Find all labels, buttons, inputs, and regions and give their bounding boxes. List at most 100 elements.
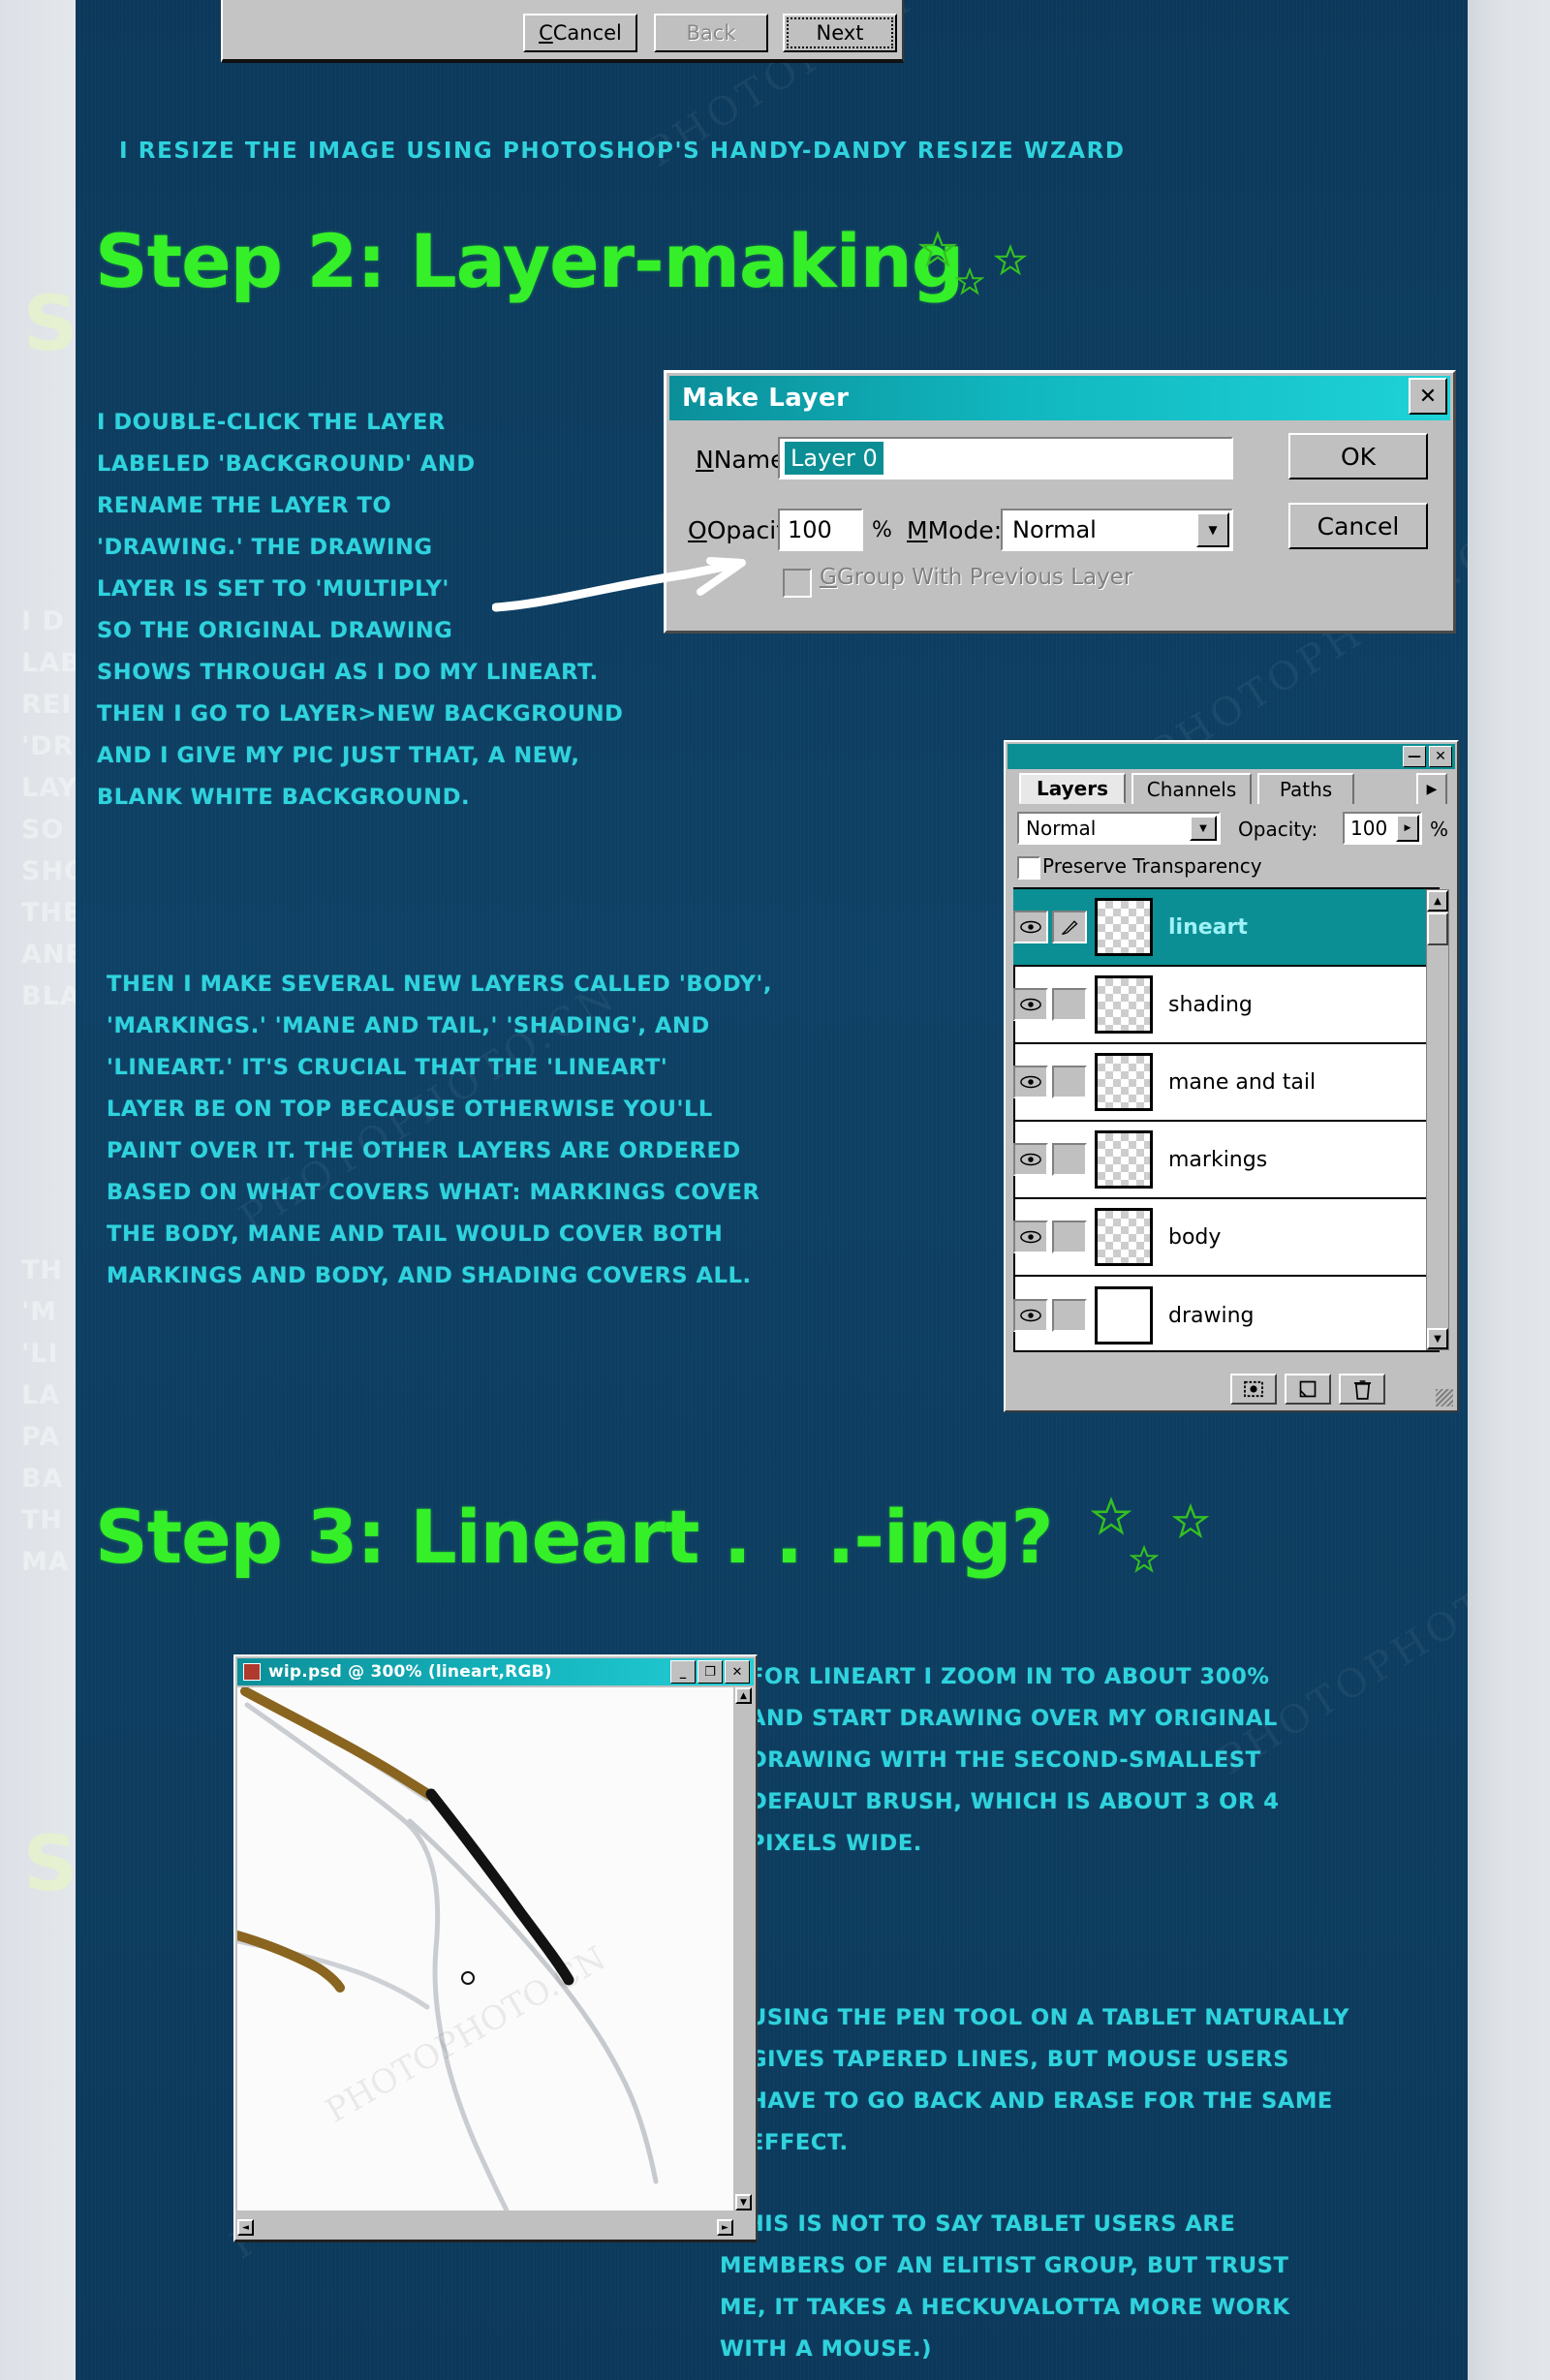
cancel-button[interactable]: Cancel: [1288, 503, 1428, 549]
resize-grip[interactable]: [1436, 1389, 1453, 1406]
palette-percent-sign: %: [1430, 818, 1449, 841]
group-with-previous-checkbox[interactable]: [783, 569, 812, 598]
eye-icon[interactable]: [1013, 988, 1048, 1021]
wizard-cancel-label: Cancel: [552, 21, 622, 45]
make-layer-dialog: Make Layer ✕ NName: Layer 0 OOpacity: 10…: [664, 370, 1456, 634]
table-row[interactable]: mane and tail: [1013, 1044, 1440, 1122]
ok-button[interactable]: OK: [1288, 433, 1428, 479]
step-2-heading: Step 2: Layer-making: [95, 218, 964, 304]
layer-thumbnail: [1095, 1053, 1153, 1111]
tab-channels[interactable]: Channels: [1132, 773, 1252, 804]
make-layer-title: Make Layer: [682, 384, 850, 413]
wizard-cancel-button[interactable]: CCancel: [523, 14, 637, 52]
step3-paragraph-3: (THIS IS NOT TO SAY TABLET USERS ARE MEM…: [720, 2211, 1290, 2362]
chevron-down-icon[interactable]: ▼: [1196, 512, 1229, 547]
group-with-previous-label-text: Group With Previous Layer: [836, 565, 1133, 590]
mode-value: Normal: [1012, 516, 1097, 543]
wizard-back-button[interactable]: Back: [654, 14, 768, 52]
star-icon: [994, 244, 1027, 277]
document-titlebar: wip.psd @ 300% (lineart,RGB) _ ❐ ✕: [237, 1658, 754, 1685]
mode-label-text: Mode:: [927, 516, 1003, 544]
layer-name-input[interactable]: Layer 0: [778, 437, 1233, 479]
paintbrush-slot[interactable]: [1052, 988, 1087, 1021]
preserve-transparency-checkbox[interactable]: [1017, 856, 1040, 880]
paintbrush-slot[interactable]: [1052, 1143, 1087, 1176]
table-row[interactable]: shading: [1013, 967, 1440, 1044]
eye-icon[interactable]: [1013, 1143, 1048, 1176]
layer-thumbnail: [1095, 898, 1153, 956]
wizard-next-label: Next: [816, 21, 864, 45]
layers-palette-titlebar: — ✕: [1008, 744, 1455, 769]
mode-select[interactable]: Normal ▼: [1001, 509, 1233, 551]
mode-label: MMode:: [907, 516, 1003, 544]
scroll-up-icon[interactable]: ▲: [735, 1687, 752, 1704]
palette-menu-icon[interactable]: ▶: [1416, 773, 1447, 804]
layer-thumbnail: [1095, 1286, 1153, 1345]
layers-palette: — ✕ Layers Channels Paths ▶ Normal ▼ Opa…: [1004, 740, 1459, 1412]
tutorial-panel: PHOTOPHOTO.CN PHOTOPHOTO.CN PHOTOPHOTO.C…: [76, 0, 1468, 2380]
document-icon: [243, 1663, 261, 1681]
table-row[interactable]: markings: [1013, 1122, 1440, 1199]
percent-sign: %: [872, 518, 892, 542]
minimize-icon[interactable]: _: [670, 1660, 696, 1684]
paintbrush-slot[interactable]: [1052, 1066, 1087, 1098]
star-icon: [1172, 1503, 1209, 1540]
opacity-stepper-icon[interactable]: ▶: [1396, 815, 1419, 842]
star-icon: [918, 231, 957, 269]
scroll-left-icon[interactable]: ◄: [237, 2219, 254, 2236]
opacity-value: 100: [788, 516, 832, 543]
wizard-next-button[interactable]: Next: [783, 14, 897, 52]
palette-opacity-label: Opacity:: [1238, 818, 1318, 841]
close-icon[interactable]: ✕: [725, 1660, 750, 1684]
eye-icon[interactable]: [1013, 1066, 1048, 1098]
blend-mode-select[interactable]: Normal ▼: [1017, 812, 1221, 845]
palette-opacity-value: 100: [1350, 817, 1388, 840]
paintbrush-icon[interactable]: [1052, 911, 1087, 943]
document-canvas[interactable]: PHOTOPHOTO.CN: [237, 1687, 733, 2210]
layer-thumbnail: [1095, 1130, 1153, 1189]
opacity-input[interactable]: 100: [778, 509, 863, 551]
palette-opacity-input[interactable]: 100 ▶: [1343, 812, 1422, 845]
pointer-arrow-icon: [492, 557, 746, 612]
eye-icon[interactable]: [1013, 1299, 1048, 1332]
close-icon[interactable]: ✕: [1409, 378, 1447, 415]
table-row[interactable]: lineart: [1013, 889, 1440, 967]
tab-layers[interactable]: Layers: [1019, 773, 1126, 804]
new-layer-button[interactable]: [1285, 1374, 1331, 1405]
eye-icon[interactable]: [1013, 911, 1048, 943]
star-icon: [955, 267, 984, 296]
right-margin: [1468, 0, 1550, 2380]
layer-list-scrollbar[interactable]: ▲ ▼: [1426, 889, 1449, 1350]
ghost-text-block-b: TH 'M 'LI LA PA BA TH MA: [21, 1255, 70, 1577]
mask-button[interactable]: [1230, 1374, 1277, 1405]
tab-paths[interactable]: Paths: [1257, 773, 1354, 804]
trash-button[interactable]: [1339, 1374, 1385, 1405]
minimize-icon[interactable]: —: [1403, 746, 1426, 767]
paintbrush-slot[interactable]: [1052, 1299, 1087, 1332]
layer-name: markings: [1168, 1147, 1268, 1172]
scroll-right-icon[interactable]: ►: [717, 2219, 733, 2236]
canvas-vertical-scrollbar[interactable]: ▲ ▼: [735, 1687, 754, 2210]
ghost-heading-2: S: [23, 1821, 78, 1908]
canvas-horizontal-scrollbar[interactable]: ◄ ►: [237, 2219, 733, 2238]
maximize-icon[interactable]: ❐: [698, 1660, 723, 1684]
scroll-up-icon[interactable]: ▲: [1427, 890, 1448, 912]
layer-name-value: Layer 0: [785, 442, 884, 475]
scroll-down-icon[interactable]: ▼: [1427, 1328, 1448, 1349]
close-icon[interactable]: ✕: [1429, 746, 1452, 767]
table-row[interactable]: body: [1013, 1199, 1440, 1277]
chevron-down-icon[interactable]: ▼: [1190, 816, 1217, 841]
scrollbar-thumb[interactable]: [1427, 912, 1448, 945]
wizard-back-label: Back: [686, 21, 736, 45]
blend-mode-value: Normal: [1026, 817, 1097, 840]
group-with-previous-label: GGroup With Previous Layer: [820, 565, 1133, 590]
eye-icon[interactable]: [1013, 1221, 1048, 1253]
layer-name: lineart: [1168, 914, 1248, 940]
resize-caption: I RESIZE THE IMAGE USING PHOTOSHOP'S HAN…: [119, 139, 1126, 164]
table-row[interactable]: drawing: [1013, 1277, 1440, 1354]
step-3-heading: Step 3: Lineart . . .-ing?: [95, 1494, 1054, 1580]
scroll-down-icon[interactable]: ▼: [735, 2194, 752, 2210]
star-icon: [1091, 1497, 1132, 1537]
paintbrush-slot[interactable]: [1052, 1221, 1087, 1253]
step2-lower-paragraph: THEN I MAKE SEVERAL NEW LAYERS CALLED 'B…: [107, 972, 773, 1288]
